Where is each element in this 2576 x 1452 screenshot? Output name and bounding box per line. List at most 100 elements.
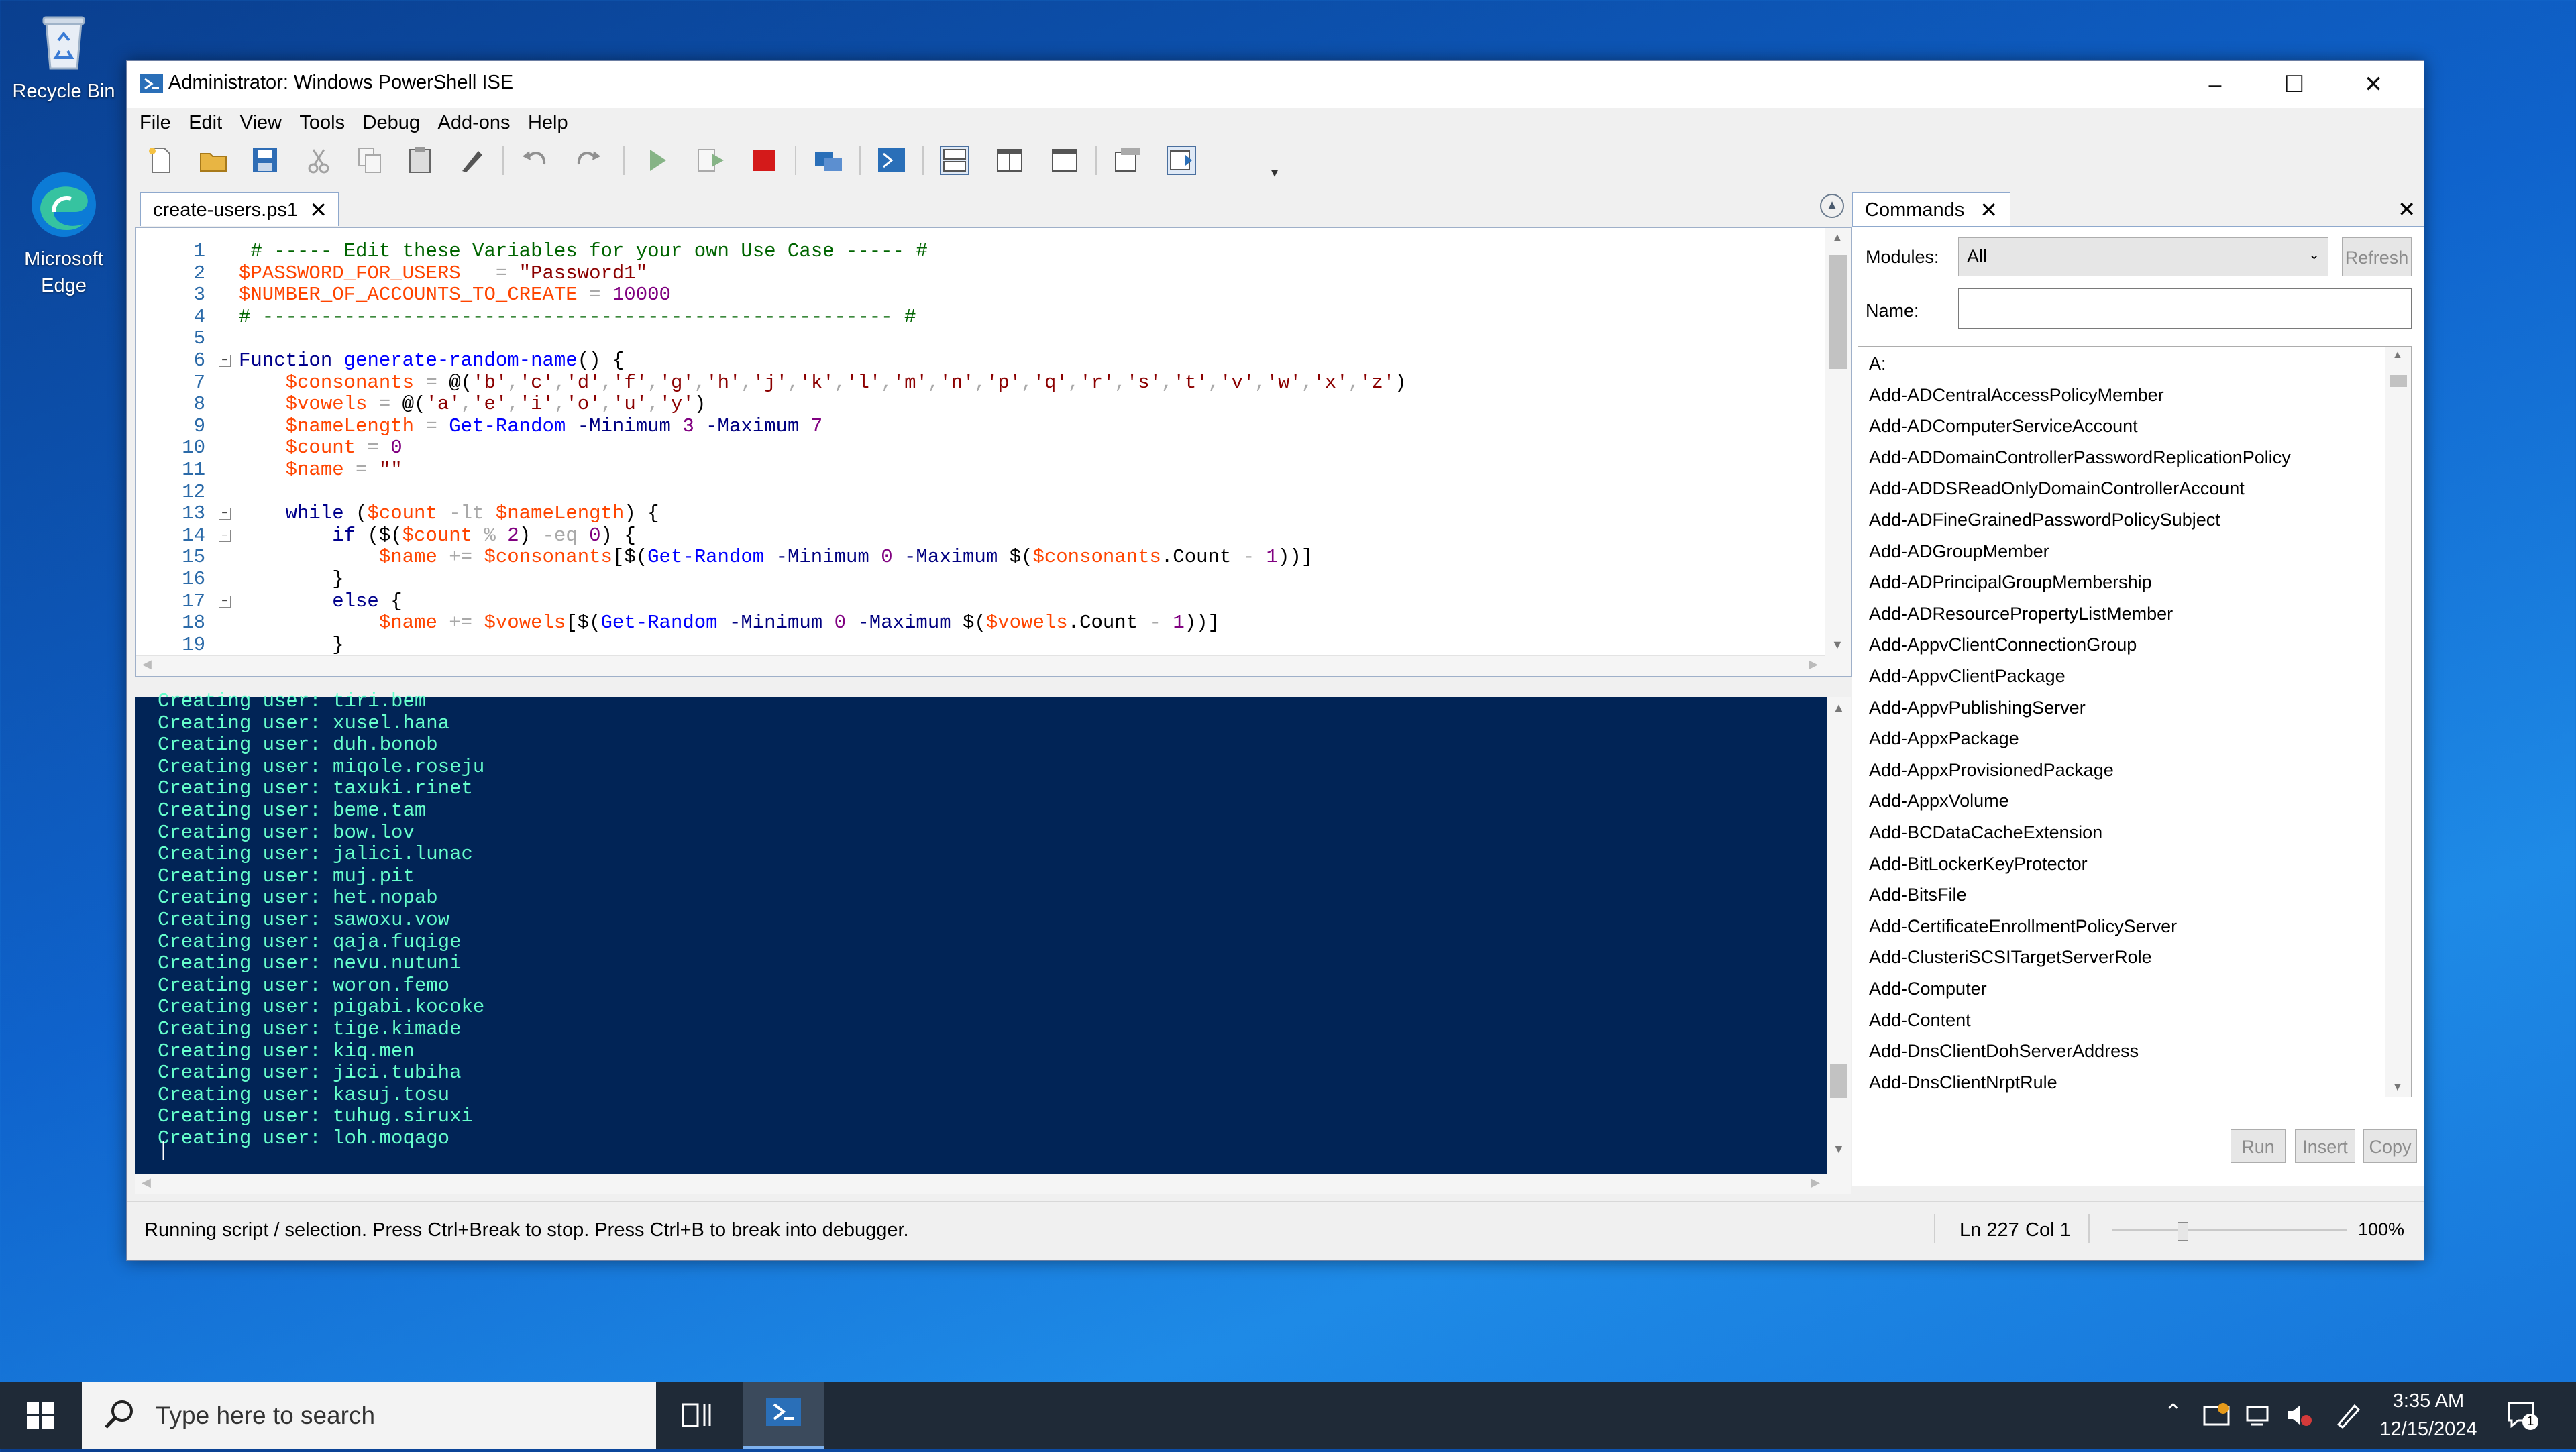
- command-list-item[interactable]: Add-AppxVolume: [1869, 791, 2009, 812]
- code-line[interactable]: $vowels = @('a','e','i','o','u','y'): [239, 393, 706, 415]
- clear-console-icon[interactable]: [455, 144, 488, 176]
- console-prompt-cursor[interactable]: |: [158, 1139, 169, 1162]
- command-list-item[interactable]: Add-DnsClientNrptRule: [1869, 1072, 2057, 1093]
- task-view-icon[interactable]: [678, 1400, 715, 1430]
- show-script-top-icon[interactable]: [938, 144, 971, 176]
- editor-horizontal-scrollbar[interactable]: ◀ ▶: [136, 655, 1825, 676]
- toolbar-overflow-icon[interactable]: ▾: [1271, 164, 1278, 181]
- scroll-right-icon[interactable]: ▶: [1809, 657, 1818, 671]
- start-button[interactable]: [0, 1382, 80, 1449]
- code-line[interactable]: $count = 0: [239, 437, 402, 459]
- editor-vertical-scrollbar[interactable]: ▲ ▼: [1825, 228, 1851, 676]
- commands-list[interactable]: A: Add-ADCentralAccessPolicyMember Add-ADC…: [1858, 346, 2412, 1097]
- remote-powershell-icon[interactable]: [812, 144, 845, 176]
- paste-icon[interactable]: [405, 144, 437, 176]
- open-folder-icon[interactable]: [198, 144, 230, 176]
- command-list-item[interactable]: Add-AppvPublishingServer: [1869, 697, 2086, 718]
- commands-list-scrollbar[interactable]: ▲ ▼: [2385, 347, 2411, 1097]
- tray-overflow-icon[interactable]: ⌃: [2164, 1399, 2182, 1425]
- save-icon[interactable]: [249, 144, 281, 176]
- scroll-thumb[interactable]: [2390, 375, 2407, 387]
- title-bar[interactable]: Administrator: Windows PowerShell ISE – …: [127, 61, 2424, 108]
- security-icon[interactable]: [2203, 1402, 2230, 1429]
- redo-icon[interactable]: [572, 144, 604, 176]
- menu-edit[interactable]: Edit: [181, 108, 229, 137]
- command-list-item[interactable]: Add-Computer: [1869, 979, 1987, 999]
- show-command-addon-icon[interactable]: [1165, 144, 1197, 176]
- copy-button[interactable]: Copy: [2363, 1129, 2417, 1163]
- command-list-item[interactable]: Add-ADGroupMember: [1869, 541, 2049, 562]
- scroll-up-icon[interactable]: ▲: [1831, 231, 1843, 245]
- show-script-right-icon[interactable]: [994, 144, 1026, 176]
- undo-icon[interactable]: [519, 144, 551, 176]
- tab-commands[interactable]: Commands ✕: [1852, 192, 2010, 226]
- scroll-up-icon[interactable]: ▲: [2392, 349, 2403, 361]
- collapse-script-pane-icon[interactable]: ▲: [1820, 194, 1844, 218]
- tab-create-users[interactable]: create-users.ps1 ✕: [140, 192, 339, 226]
- close-button[interactable]: ✕: [2334, 61, 2413, 108]
- run-button[interactable]: Run: [2231, 1129, 2286, 1163]
- scroll-up-icon[interactable]: ▲: [1833, 701, 1845, 715]
- code-line[interactable]: if ($($count % 2) -eq 0) {: [239, 524, 636, 547]
- fold-toggle-icon[interactable]: −: [219, 355, 231, 367]
- command-list-item[interactable]: Add-AppvClientPackage: [1869, 666, 2065, 687]
- menu-debug[interactable]: Debug: [356, 108, 427, 137]
- command-list-item[interactable]: Add-Content: [1869, 1010, 1971, 1031]
- code-line[interactable]: $name = "": [239, 459, 402, 481]
- command-list-item[interactable]: Add-ADDSReadOnlyDomainControllerAccount: [1869, 478, 2245, 499]
- show-command-window-icon[interactable]: [1112, 144, 1144, 176]
- commands-tab-close-icon[interactable]: ✕: [1980, 193, 1998, 227]
- stop-icon[interactable]: [748, 144, 780, 176]
- commands-pane-close-icon[interactable]: ✕: [2398, 192, 2416, 226]
- minimize-button[interactable]: –: [2176, 61, 2255, 108]
- command-list-item[interactable]: Add-AppvClientConnectionGroup: [1869, 634, 2137, 655]
- command-list-item[interactable]: A:: [1869, 353, 1886, 374]
- cut-icon[interactable]: [303, 144, 335, 176]
- scroll-thumb[interactable]: [1830, 1064, 1847, 1098]
- insert-button[interactable]: Insert: [2295, 1129, 2355, 1163]
- command-list-item[interactable]: Add-ADCentralAccessPolicyMember: [1869, 385, 2164, 406]
- code-line[interactable]: $name += $vowels[$(Get-Random -Minimum 0…: [239, 612, 1220, 634]
- scroll-down-icon[interactable]: ▼: [2392, 1082, 2403, 1094]
- menu-view[interactable]: View: [233, 108, 289, 137]
- copy-icon[interactable]: [354, 144, 386, 176]
- pen-workspace-icon[interactable]: [2334, 1402, 2361, 1429]
- modules-select[interactable]: All ⌄: [1958, 237, 2328, 276]
- run-selection-icon[interactable]: [694, 144, 727, 176]
- maximize-button[interactable]: ☐: [2255, 61, 2334, 108]
- script-editor[interactable]: 1 # ----- Edit these Variables for your …: [135, 227, 1852, 677]
- command-list-item[interactable]: Add-ClusteriSCSITargetServerRole: [1869, 947, 2152, 968]
- refresh-button[interactable]: Refresh: [2342, 237, 2412, 276]
- command-list-item[interactable]: Add-AppxPackage: [1869, 728, 2019, 749]
- desktop-icon-edge[interactable]: Microsoft Edge: [0, 168, 127, 299]
- code-line[interactable]: $consonants = @('b','c','d','f','g','h',…: [239, 372, 1407, 394]
- volume-muted-icon[interactable]: [2285, 1402, 2312, 1429]
- network-icon[interactable]: [2245, 1402, 2271, 1429]
- zoom-slider-thumb[interactable]: [2178, 1222, 2188, 1241]
- taskbar-app-powershell-ise[interactable]: [743, 1382, 824, 1449]
- command-list-item[interactable]: Add-AppxProvisionedPackage: [1869, 760, 2114, 781]
- fold-toggle-icon[interactable]: −: [219, 508, 231, 520]
- code-line[interactable]: }: [239, 568, 343, 590]
- code-line[interactable]: # --------------------------------------…: [239, 306, 916, 328]
- code-line[interactable]: # ----- Edit these Variables for your ow…: [239, 240, 927, 262]
- scroll-right-icon[interactable]: ▶: [1811, 1176, 1820, 1190]
- code-line[interactable]: $name += $consonants[$(Get-Random -Minim…: [239, 546, 1313, 568]
- command-list-item[interactable]: Add-ADComputerServiceAccount: [1869, 416, 2138, 437]
- scroll-down-icon[interactable]: ▼: [1831, 638, 1843, 652]
- console-pane[interactable]: Creating user: tiri.bem Creating user: xu…: [135, 690, 1827, 1174]
- command-list-item[interactable]: Add-ADDomainControllerPasswordReplicatio…: [1869, 447, 2291, 468]
- desktop-icon-recycle-bin[interactable]: Recycle Bin: [0, 7, 127, 105]
- scroll-left-icon[interactable]: ◀: [142, 657, 152, 671]
- code-line[interactable]: $PASSWORD_FOR_USERS = "Password1": [239, 262, 647, 284]
- action-center-icon[interactable]: 1: [2506, 1399, 2538, 1431]
- code-line[interactable]: $NUMBER_OF_ACCOUNTS_TO_CREATE = 10000: [239, 284, 671, 306]
- scroll-down-icon[interactable]: ▼: [1833, 1142, 1845, 1156]
- console-horizontal-scrollbar[interactable]: ◀ ▶: [135, 1174, 1851, 1194]
- fold-toggle-icon[interactable]: −: [219, 595, 231, 608]
- menu-file[interactable]: File: [132, 108, 178, 137]
- code-line[interactable]: while ($count -lt $nameLength) {: [239, 502, 659, 524]
- new-file-icon[interactable]: [144, 144, 176, 176]
- code-line[interactable]: else {: [239, 590, 402, 612]
- scroll-thumb[interactable]: [1829, 255, 1847, 369]
